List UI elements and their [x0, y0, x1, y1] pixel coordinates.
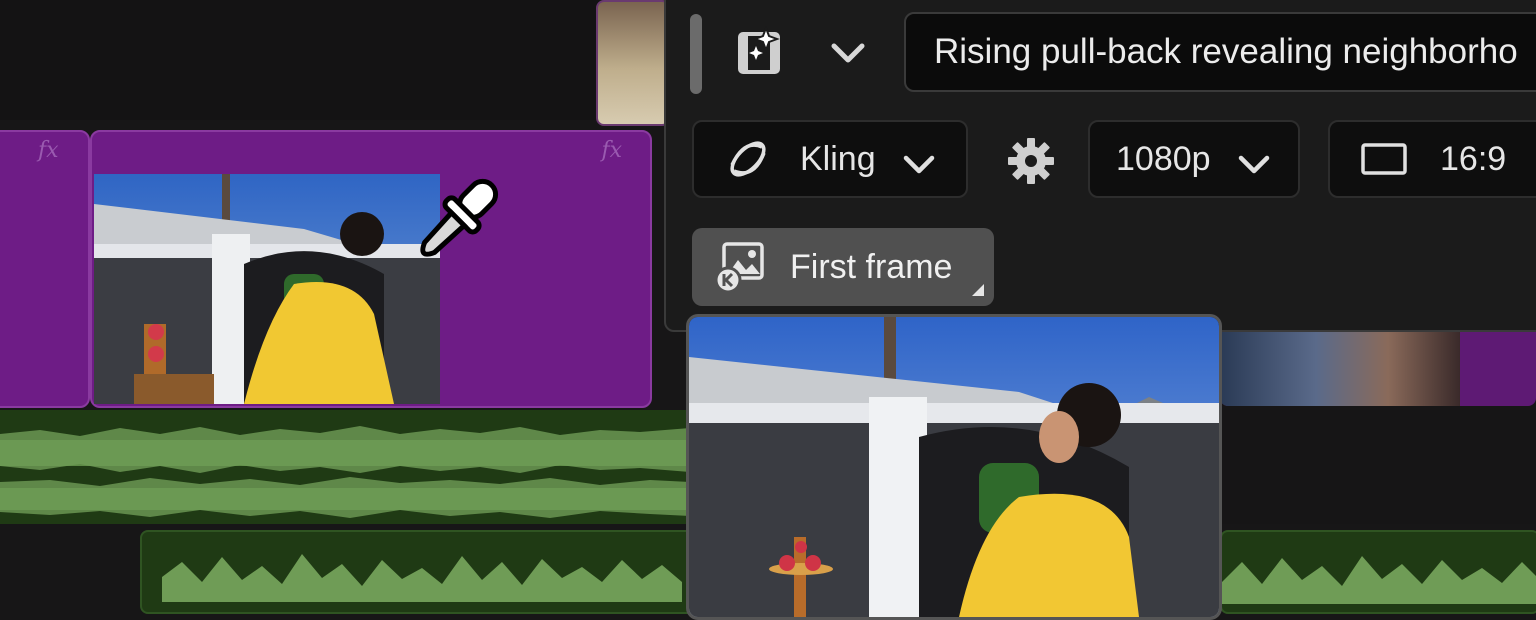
first-frame-image [689, 317, 1219, 617]
video-track-upper [0, 0, 600, 120]
audio-waveform [1222, 556, 1536, 604]
eyedropper-icon [404, 172, 506, 272]
generate-panel: Rising pull-back revealing neighborho Kl… [664, 0, 1536, 332]
aspect-ratio-dropdown[interactable]: 16:9 [1328, 120, 1536, 198]
chevron-down-icon[interactable] [828, 38, 868, 68]
aspect-ratio-icon [1360, 142, 1408, 176]
audio-waveform [0, 426, 690, 518]
fx-badge: fx [601, 138, 622, 163]
scene-thumbnail-image [94, 174, 440, 404]
first-frame-icon [714, 240, 768, 294]
video-clip-left[interactable]: fx [0, 130, 90, 408]
audio-track-1[interactable] [0, 410, 690, 524]
audio-track-1-right[interactable] [1220, 410, 1536, 524]
audio-track-2[interactable] [140, 530, 704, 614]
generate-video-icon[interactable] [736, 25, 784, 76]
model-dropdown[interactable]: Kling [692, 120, 968, 198]
resolution-dropdown[interactable]: 1080p [1088, 120, 1300, 198]
prompt-input[interactable]: Rising pull-back revealing neighborho [904, 12, 1536, 92]
drag-handle[interactable] [690, 14, 702, 94]
corner-indicator [972, 284, 984, 296]
video-clip-selected[interactable]: fx [90, 130, 652, 408]
kling-logo-icon [724, 135, 772, 183]
first-frame-label: First frame [790, 247, 953, 286]
chevron-down-icon [902, 147, 936, 174]
clip-thumbnail [94, 174, 440, 404]
video-clip-right[interactable] [1220, 330, 1536, 406]
prompt-text: Rising pull-back revealing neighborho [934, 32, 1518, 71]
model-label: Kling [800, 139, 876, 178]
fx-badge: fx [38, 138, 59, 163]
audio-waveform [162, 554, 682, 602]
audio-track-2-right[interactable] [1220, 530, 1536, 614]
aspect-label: 16:9 [1440, 139, 1507, 178]
resolution-label: 1080p [1116, 139, 1211, 178]
first-frame-button[interactable]: First frame [692, 228, 994, 306]
chevron-down-icon [1237, 147, 1271, 174]
first-frame-preview [686, 314, 1222, 620]
gear-icon[interactable] [1006, 136, 1056, 186]
clip-thumbnail-top[interactable] [596, 0, 670, 126]
